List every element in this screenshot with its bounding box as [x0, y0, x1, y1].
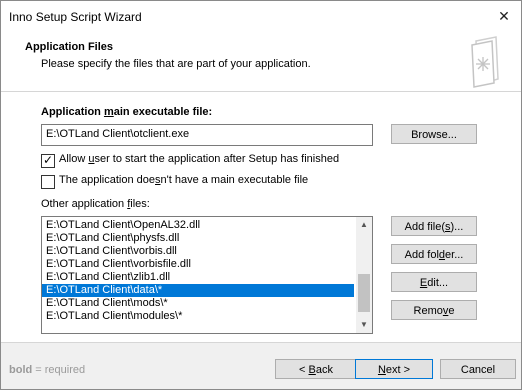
- list-item[interactable]: E:\OTLand Client\vorbis.dll: [42, 245, 354, 258]
- main-exe-label: Application main executable file:: [41, 106, 213, 118]
- list-item[interactable]: E:\OTLand Client\zlib1.dll: [42, 271, 354, 284]
- checkmark-icon: ✓: [43, 153, 54, 167]
- back-button[interactable]: < Back: [275, 359, 357, 379]
- scroll-up-icon[interactable]: ▲: [356, 217, 372, 233]
- list-item-selected[interactable]: E:\OTLand Client\data\*: [42, 284, 354, 297]
- main-exe-field[interactable]: [41, 124, 373, 146]
- list-item[interactable]: E:\OTLand Client\physfs.dll: [42, 232, 354, 245]
- add-folder-button[interactable]: Add folder...: [391, 244, 477, 264]
- list-item[interactable]: E:\OTLand Client\OpenAL32.dll: [42, 219, 354, 232]
- wizard-header: Application Files Please specify the fil…: [1, 31, 521, 91]
- list-item[interactable]: E:\OTLand Client\modules\*: [42, 310, 354, 323]
- edit-button[interactable]: Edit...: [391, 272, 477, 292]
- wizard-image-icon: [471, 36, 499, 88]
- other-files-list[interactable]: E:\OTLand Client\OpenAL32.dll E:\OTLand …: [41, 216, 373, 334]
- browse-button[interactable]: Browse...: [391, 124, 477, 144]
- allow-start-checkbox[interactable]: ✓: [41, 153, 55, 168]
- no-main-exe-label: The application doesn't have a main exec…: [59, 174, 309, 186]
- wizard-content: Application main executable file: Browse…: [1, 92, 521, 342]
- wizard-footer: bold = required < Back Next > Cancel: [1, 342, 521, 389]
- wizard-window: Inno Setup Script Wizard ✕ Application F…: [0, 0, 522, 390]
- required-hint: bold = required: [9, 364, 86, 376]
- title-bar: Inno Setup Script Wizard ✕: [1, 1, 521, 31]
- scroll-down-icon[interactable]: ▼: [356, 317, 372, 333]
- allow-start-label: Allow user to start the application afte…: [59, 153, 340, 165]
- window-title: Inno Setup Script Wizard: [9, 10, 142, 24]
- page-subtitle: Please specify the files that are part o…: [41, 58, 311, 70]
- add-files-button[interactable]: Add file(s)...: [391, 216, 477, 236]
- cancel-button[interactable]: Cancel: [440, 359, 516, 379]
- list-item[interactable]: E:\OTLand Client\vorbisfile.dll: [42, 258, 354, 271]
- list-scrollbar[interactable]: ▲ ▼: [356, 217, 372, 333]
- next-button[interactable]: Next >: [355, 359, 433, 379]
- main-exe-input[interactable]: [42, 125, 372, 143]
- list-item[interactable]: E:\OTLand Client\mods\*: [42, 297, 354, 310]
- close-icon[interactable]: ✕: [495, 7, 513, 25]
- remove-button[interactable]: Remove: [391, 300, 477, 320]
- other-files-label: Other application files:: [41, 198, 150, 210]
- footer-divider: [1, 342, 521, 343]
- scroll-thumb[interactable]: [358, 274, 370, 312]
- page-title: Application Files: [25, 41, 114, 53]
- no-main-exe-checkbox[interactable]: [41, 175, 55, 189]
